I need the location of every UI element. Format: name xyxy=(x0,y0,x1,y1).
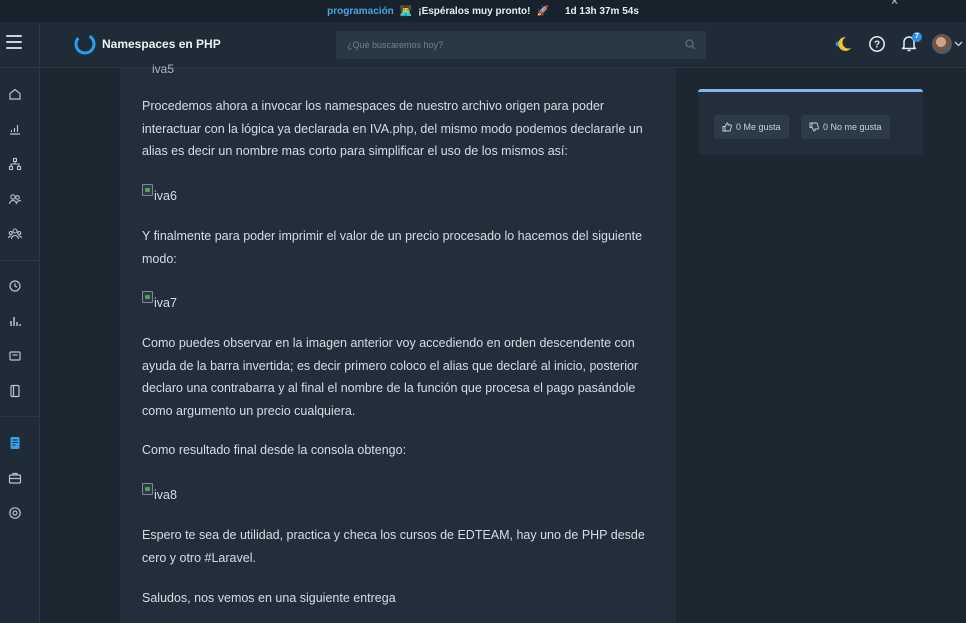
article-paragraph: Espero te sea de utilidad, practica y ch… xyxy=(142,528,645,565)
image-alt-text: iva8 xyxy=(154,488,177,502)
promo-highlight[interactable]: programación xyxy=(327,6,394,17)
promo-text: ¡Espéralos muy pronto! xyxy=(418,5,531,17)
home-icon[interactable] xyxy=(8,87,22,101)
dislike-button[interactable]: 0 No me gusta xyxy=(801,115,890,139)
sitemap-icon[interactable] xyxy=(8,157,22,171)
chevron-down-icon[interactable] xyxy=(954,39,963,48)
search-input[interactable] xyxy=(336,31,706,59)
image-alt-text: iva6 xyxy=(154,189,177,203)
book-icon[interactable] xyxy=(8,384,22,398)
article-paragraph: Procedemos ahora a invocar los namespace… xyxy=(142,99,643,158)
article-paragraph: Y finalmente para poder imprimir el valo… xyxy=(142,229,643,266)
thumbs-up-icon xyxy=(722,122,732,132)
user-avatar[interactable] xyxy=(932,34,952,54)
inbox-icon[interactable] xyxy=(8,349,22,363)
broken-image-icon xyxy=(142,184,153,196)
dark-mode-toggle-icon[interactable] xyxy=(832,35,852,53)
broken-image-icon xyxy=(142,483,153,495)
promo-countdown: 1d 13h 37m 54s xyxy=(564,5,639,17)
briefcase-icon[interactable] xyxy=(8,471,22,485)
header-divider xyxy=(39,22,40,68)
broken-image-icon xyxy=(142,291,153,303)
hamburger-menu-icon[interactable] xyxy=(6,35,22,49)
article-paragraph: Como resultado final desde la consola ob… xyxy=(142,443,407,457)
notification-badge: 7 xyxy=(912,32,922,42)
svg-text:?: ? xyxy=(874,40,880,51)
promo-emoji-rocket: 🚀 xyxy=(536,5,549,17)
like-count-label: 0 Me gusta xyxy=(736,122,781,132)
promo-banner: programación 👨‍💻 ¡Espéralos muy pronto! … xyxy=(0,0,966,22)
left-sidebar xyxy=(0,68,40,623)
users-icon[interactable] xyxy=(8,192,22,206)
community-icon[interactable] xyxy=(8,227,22,241)
reactions-card: 0 Me gusta 0 No me gusta xyxy=(698,89,923,155)
bar-chart-icon[interactable] xyxy=(8,314,22,328)
edteam-logo-icon[interactable] xyxy=(73,32,97,56)
top-header: Namespaces en PHP ? 7 xyxy=(0,22,966,68)
sidebar-divider xyxy=(0,416,40,417)
clock-icon[interactable] xyxy=(8,279,22,293)
article-paragraph: Como puedes observar en la imagen anteri… xyxy=(142,336,639,418)
image-alt-text-cutoff: iva5 xyxy=(152,62,175,76)
dislike-count-label: 0 No me gusta xyxy=(823,122,882,132)
page-title: Namespaces en PHP xyxy=(102,37,221,51)
promo-emoji-coder: 👨‍💻 xyxy=(399,5,413,17)
sidebar-divider xyxy=(0,260,40,261)
article-paragraph: Saludos, nos vemos en una siguiente entr… xyxy=(142,591,396,605)
search-bar[interactable] xyxy=(336,31,706,59)
close-promo-icon[interactable]: × xyxy=(891,0,898,8)
thumbs-down-icon xyxy=(809,122,819,132)
stats-icon[interactable] xyxy=(8,122,22,136)
blog-document-icon-active[interactable] xyxy=(8,436,22,450)
article-image-broken: iva7 xyxy=(142,291,177,310)
search-icon[interactable] xyxy=(685,39,696,50)
settings-icon[interactable] xyxy=(8,506,22,520)
like-button[interactable]: 0 Me gusta xyxy=(714,115,789,139)
article-image-broken: iva6 xyxy=(142,184,177,203)
article-image-broken: iva8 xyxy=(142,483,177,502)
image-alt-text: iva7 xyxy=(154,296,177,310)
help-icon[interactable]: ? xyxy=(868,35,886,53)
